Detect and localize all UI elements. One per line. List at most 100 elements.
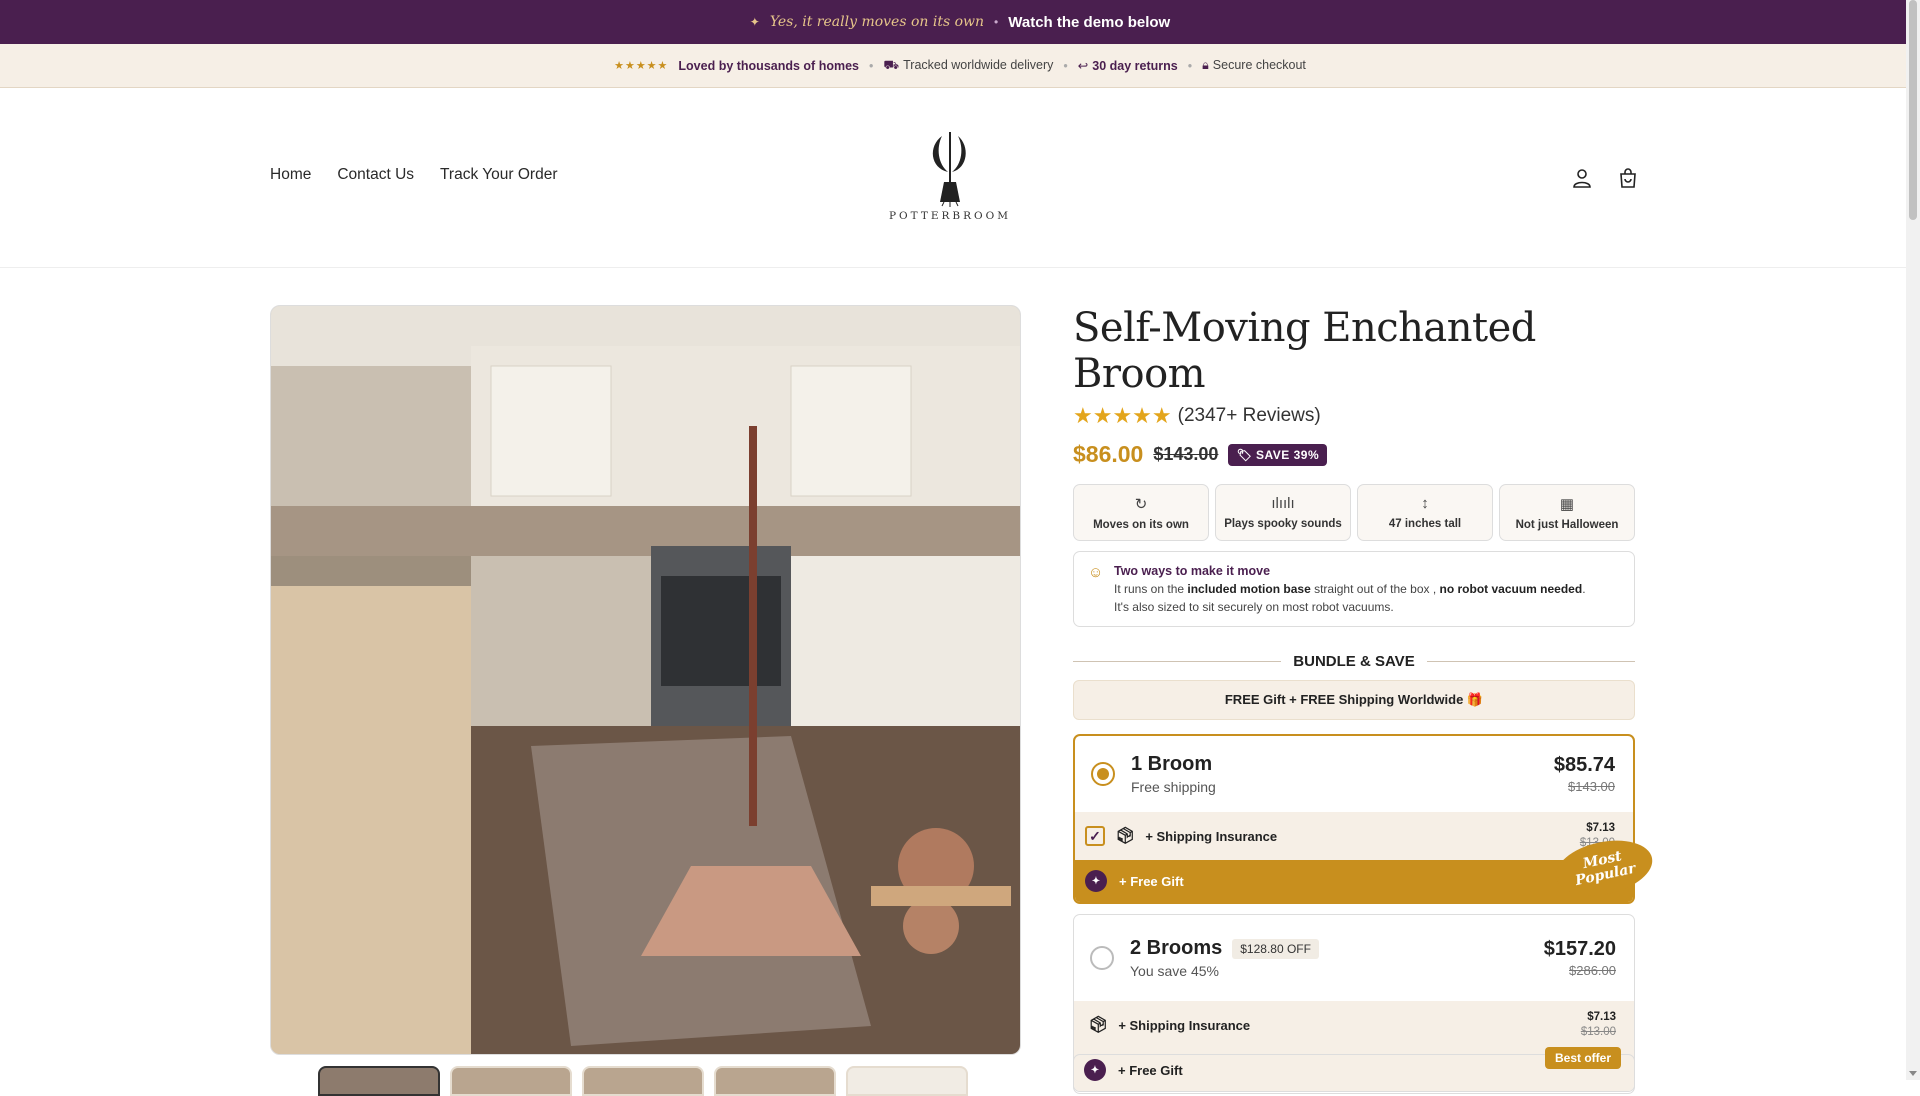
- feature-label: Moves on its own: [1093, 518, 1189, 531]
- sparkle-icon: ✦: [749, 15, 760, 29]
- option-title: 1 Broom: [1131, 753, 1554, 776]
- thumbnail[interactable]: [450, 1066, 572, 1096]
- nav-track-order[interactable]: Track Your Order: [440, 166, 557, 184]
- option-price: $85.74 $143.00: [1554, 754, 1615, 794]
- brand-name: POTTERBROOM: [888, 210, 1012, 222]
- addon-compare-price: $13.00: [1580, 1026, 1616, 1038]
- bundle-header: BUNDLE & SAVE: [1073, 653, 1635, 670]
- price-row: $86.00 $143.00 🏷︎ SAVE 39%: [1073, 441, 1635, 468]
- package-shield-icon: 📦︎: [1088, 1017, 1109, 1034]
- trust-delivery: ⛟ Tracked worldwide delivery: [883, 58, 1053, 74]
- scroll-down-arrow-icon[interactable]: [1909, 1071, 1917, 1076]
- free-gift-bar: FREE Gift + FREE Shipping Worldwide 🎁: [1073, 680, 1635, 720]
- tag-icon: 🏷︎: [1236, 447, 1257, 462]
- feature-label: 47 inches tall: [1388, 518, 1462, 530]
- divider: [1426, 661, 1635, 662]
- page-scrollbar[interactable]: [1906, 0, 1920, 1080]
- trust-bar: ★★★★★ Loved by thousands of homes • ⛟ Tra…: [0, 44, 1920, 88]
- note-text: .: [1582, 582, 1586, 596]
- note-bold: no robot vacuum needed: [1439, 582, 1583, 596]
- divider: [1073, 661, 1282, 662]
- brand-logo[interactable]: POTTERBROOM: [888, 130, 1012, 222]
- motion-note: ☺ Two ways to make it move It runs on th…: [1073, 551, 1635, 627]
- free-gift-row: ✦ + Free Gift: [1075, 860, 1633, 902]
- addon-label: + Shipping Insurance: [1118, 1017, 1251, 1033]
- note-bold: included motion base: [1187, 582, 1311, 596]
- shipping-insurance-addon[interactable]: ✓ 📦︎ + Shipping Insurance $7.13 $13.00: [1075, 812, 1633, 860]
- thumbnail[interactable]: [318, 1066, 440, 1096]
- option-text: 1 Broom Free shipping: [1131, 753, 1554, 795]
- cart-icon[interactable]: [1616, 166, 1640, 190]
- announcement-tagline: Yes, it really moves on its own: [769, 14, 985, 30]
- sound-wave-icon: ılıılı: [1271, 495, 1295, 512]
- feature-height: ↕ 47 inches tall: [1357, 484, 1493, 541]
- save-badge: 🏷︎ SAVE 39%: [1228, 443, 1328, 466]
- radio-selected[interactable]: [1091, 762, 1115, 786]
- rating-stars-icon: ★★★★★: [614, 60, 669, 72]
- feature-sounds: ılıılı Plays spooky sounds: [1215, 484, 1351, 541]
- option-title-text: 1 Broom: [1131, 753, 1213, 775]
- header-icons: [1570, 166, 1640, 190]
- addon-sale-price: $7.13: [1586, 822, 1615, 834]
- note-line-2: It's also sized to sit securely on most …: [1114, 600, 1394, 614]
- addon-label: + Shipping Insurance: [1145, 828, 1278, 844]
- compare-price: $143.00: [1153, 444, 1219, 464]
- sale-price: $86.00: [1073, 441, 1144, 467]
- thumbnail-strip: [318, 1066, 968, 1096]
- checkbox-checked[interactable]: ✓: [1085, 826, 1105, 846]
- feature-label: Not just Halloween: [1515, 518, 1619, 531]
- separator: •: [868, 58, 874, 73]
- motion-icon: ↻: [1134, 495, 1148, 513]
- lock-icon: 🔒︎: [1202, 58, 1209, 72]
- trust-returns: ↩ 30 day returns: [1078, 58, 1178, 73]
- nav-contact-us[interactable]: Contact Us: [337, 166, 414, 184]
- note-line-1: It runs on the included motion base stra…: [1114, 580, 1620, 598]
- thumbnail[interactable]: [582, 1066, 704, 1096]
- radio-unselected[interactable]: [1090, 946, 1114, 970]
- trust-delivery-text: Tracked worldwide delivery: [903, 57, 1054, 72]
- option-text: 2 Brooms $128.80 OFF You save 45%: [1130, 937, 1544, 979]
- option-title-text: 2 Brooms: [1130, 937, 1223, 959]
- scrollbar-thumb[interactable]: [1909, 0, 1917, 220]
- option-subtitle: Free shipping: [1131, 779, 1216, 795]
- feature-not-halloween: ▦ Not just Halloween: [1499, 484, 1635, 541]
- separator: •: [1187, 58, 1193, 73]
- height-arrow-icon: ↕: [1421, 495, 1429, 512]
- site-header: Home Contact Us Track Your Order POTTERB…: [0, 88, 1920, 268]
- package-shield-icon: 📦︎: [1115, 828, 1136, 845]
- note-text: It runs on the: [1114, 582, 1188, 596]
- dot-separator: •: [994, 15, 999, 29]
- option-title: 2 Brooms $128.80 OFF: [1130, 937, 1544, 960]
- rating-row[interactable]: ★★★★★ (2347+ Reviews): [1073, 403, 1635, 429]
- discount-badge: $128.80 OFF: [1232, 938, 1319, 959]
- option-compare-price: $286.00: [1569, 963, 1616, 978]
- bundle-header-text: BUNDLE & SAVE: [1293, 653, 1415, 670]
- option-sale-price: $85.74: [1553, 754, 1615, 776]
- shipping-insurance-addon[interactable]: 📦︎ + Shipping Insurance $7.13 $13.00: [1074, 1001, 1634, 1049]
- best-offer-badge: Best offer: [1545, 1047, 1622, 1069]
- nav-home[interactable]: Home: [270, 166, 311, 184]
- product-video[interactable]: [270, 305, 1021, 1055]
- note-title: Two ways to make it move: [1114, 564, 1271, 578]
- option-price: $157.20 $286.00: [1544, 938, 1616, 978]
- gift-label: + Free Gift: [1119, 873, 1184, 889]
- feature-label: Plays spooky sounds: [1224, 518, 1342, 530]
- account-icon[interactable]: [1570, 166, 1594, 190]
- save-badge-text: SAVE 39%: [1256, 447, 1320, 462]
- trust-returns-text: 30 day returns: [1092, 59, 1178, 73]
- return-arrow-icon: ↩: [1077, 59, 1089, 73]
- option-main[interactable]: 2 Brooms $128.80 OFF You save 45% $157.20…: [1074, 915, 1634, 1001]
- option-sale-price: $157.20: [1543, 938, 1616, 960]
- thumbnail[interactable]: [846, 1066, 968, 1096]
- option-main[interactable]: 1 Broom Free shipping $85.74 $143.00: [1075, 736, 1633, 812]
- thumbnail[interactable]: [714, 1066, 836, 1096]
- option-subtitle: You save 45%: [1130, 963, 1219, 979]
- option-compare-price: $143.00: [1568, 779, 1615, 794]
- gift-badge-icon: ✦: [1085, 870, 1107, 892]
- watch-demo-link[interactable]: Watch the demo below: [1008, 14, 1170, 31]
- feature-list: ↻ Moves on its own ılıılı Plays spooky s…: [1073, 484, 1635, 541]
- broom-moon-logo-icon: [932, 132, 966, 207]
- addon-price: $7.13 $13.00: [1581, 1010, 1616, 1040]
- bundle-option-1[interactable]: 1 Broom Free shipping $85.74 $143.00 ✓ 📦…: [1073, 734, 1635, 904]
- robot-icon: ☺: [1088, 564, 1104, 581]
